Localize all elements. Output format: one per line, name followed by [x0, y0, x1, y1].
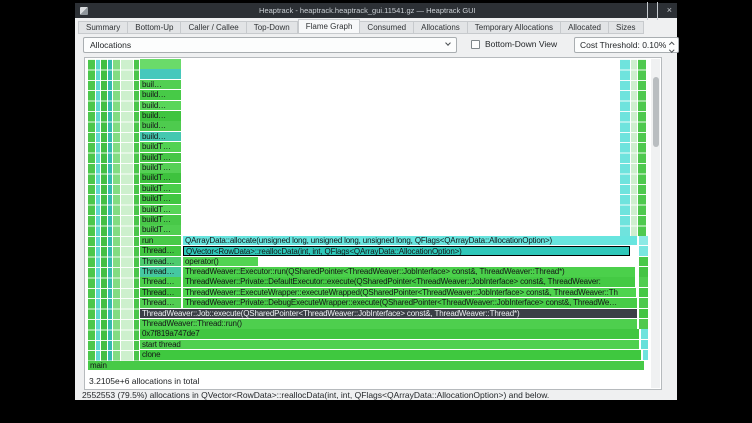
- status-bar: 2552553 (79.5%) allocations in QVector<R…: [75, 390, 677, 400]
- flame-column[interactable]: [113, 59, 120, 361]
- spin-down-icon[interactable]: [669, 47, 674, 52]
- flame-frame[interactable]: ThreadWeaver::Thread::run(): [140, 319, 637, 329]
- flame-frame[interactable]: [641, 340, 648, 350]
- status-text: 2552553 (79.5%) allocations in QVector<R…: [82, 390, 549, 400]
- flame-column[interactable]: [96, 59, 100, 361]
- flame-frame[interactable]: QArrayData::allocate(unsigned long, unsi…: [183, 236, 637, 246]
- bottom-down-view-checkbox[interactable]: [471, 40, 480, 49]
- minimize-button[interactable]: [647, 2, 648, 20]
- flame-column[interactable]: [101, 59, 107, 361]
- flame-frame[interactable]: run: [140, 236, 181, 246]
- flame-frame[interactable]: Thread…: [140, 298, 181, 308]
- tab-bottom-up[interactable]: Bottom-Up: [128, 21, 181, 34]
- tab-summary[interactable]: Summary: [78, 21, 128, 34]
- chevron-down-icon: [445, 40, 451, 46]
- flame-frame[interactable]: Thread…: [140, 277, 181, 287]
- flame-frame[interactable]: 0x7f819a747de7: [140, 329, 639, 339]
- flame-frame[interactable]: start thread: [140, 340, 639, 350]
- close-button[interactable]: ×: [667, 6, 672, 15]
- tab-allocations[interactable]: Allocations: [414, 21, 468, 34]
- flame-frame[interactable]: [639, 257, 648, 267]
- flame-column[interactable]: [620, 59, 630, 236]
- flame-frame[interactable]: [639, 246, 648, 256]
- flame-column[interactable]: [121, 59, 133, 361]
- flame-frame[interactable]: ThreadWeaver::Job::execute(QSharedPointe…: [140, 309, 637, 319]
- flame-column[interactable]: [631, 59, 637, 236]
- flame-frame[interactable]: Thread…: [140, 267, 181, 277]
- flame-frame[interactable]: ThreadWeaver::Executor::run(QSharedPoint…: [183, 267, 635, 277]
- maximize-icon: [657, 2, 658, 20]
- vertical-scrollbar[interactable]: [651, 59, 660, 388]
- flame-frame[interactable]: Thread…: [140, 246, 181, 256]
- flame-frame[interactable]: build…: [140, 132, 181, 142]
- tab-allocated[interactable]: Allocated: [561, 21, 609, 34]
- flame-frame[interactable]: ThreadWeaver::ExecuteWrapper::executeWra…: [183, 288, 636, 298]
- flame-frame[interactable]: buildT…: [140, 215, 181, 225]
- tab-flame-graph[interactable]: Flame Graph: [298, 19, 361, 34]
- flame-frame[interactable]: [639, 288, 648, 298]
- flame-frame[interactable]: buildT…: [140, 194, 181, 204]
- heaptrack-window: Heaptrack - heaptrack.heaptrack_gui.1154…: [75, 3, 677, 400]
- flame-frame[interactable]: [639, 277, 648, 287]
- bottom-down-view-label: Bottom-Down View: [485, 39, 557, 49]
- flame-frame[interactable]: [140, 69, 181, 79]
- minimize-icon: [647, 2, 648, 20]
- tab-top-down[interactable]: Top-Down: [247, 21, 298, 34]
- flame-frame[interactable]: ThreadWeaver::Private::DefaultExecutor::…: [183, 277, 635, 287]
- flame-column[interactable]: [134, 59, 139, 361]
- maximize-button[interactable]: [657, 2, 658, 20]
- app-icon: [80, 7, 88, 15]
- tab-bar: SummaryBottom-UpCaller / CalleeTop-DownF…: [78, 19, 644, 34]
- window-title: Heaptrack - heaptrack.heaptrack_gui.1154…: [88, 6, 647, 15]
- flame-frame[interactable]: [639, 309, 648, 319]
- flame-frame[interactable]: buildT…: [140, 153, 181, 163]
- flame-frame[interactable]: [639, 319, 648, 329]
- spinbox-arrows: [670, 41, 674, 51]
- tab-temporary-allocations[interactable]: Temporary Allocations: [468, 21, 561, 34]
- flame-frame[interactable]: [643, 350, 648, 360]
- flame-frame[interactable]: [639, 298, 648, 308]
- flame-frame[interactable]: buildT…: [140, 142, 181, 152]
- flame-frame[interactable]: buildT…: [140, 163, 181, 173]
- flame-frame[interactable]: build…: [140, 121, 181, 131]
- flame-frame[interactable]: [641, 329, 648, 339]
- flame-frame[interactable]: buildT…: [140, 205, 181, 215]
- flame-column[interactable]: [88, 59, 95, 361]
- flame-frame[interactable]: ThreadWeaver::Private::DebugExecuteWrapp…: [183, 298, 637, 308]
- flame-graph-view: buil…build…build…build…build…build…build…: [84, 57, 662, 390]
- flame-frame[interactable]: buil…: [140, 80, 181, 90]
- scrollbar-thumb[interactable]: [653, 77, 659, 147]
- flame-frame[interactable]: build…: [140, 101, 181, 111]
- tab-caller-callee[interactable]: Caller / Callee: [181, 21, 246, 34]
- tab-sizes[interactable]: Sizes: [609, 21, 644, 34]
- flame-frame[interactable]: build…: [140, 90, 181, 100]
- flame-graph-content: buil…build…build…build…build…build…build…: [88, 58, 648, 389]
- toolbar: Allocations Bottom-Down View Cost Thresh…: [83, 36, 671, 54]
- flame-frame[interactable]: operator(): [183, 257, 258, 267]
- flame-frame[interactable]: buildT…: [140, 173, 181, 183]
- screen-background: Heaptrack - heaptrack.heaptrack_gui.1154…: [0, 0, 752, 423]
- flame-frame[interactable]: clone: [140, 350, 641, 360]
- flame-frame[interactable]: buildT…: [140, 184, 181, 194]
- tab-consumed[interactable]: Consumed: [360, 21, 414, 34]
- flame-frame[interactable]: buildT…: [140, 225, 181, 235]
- metric-select[interactable]: Allocations: [83, 37, 457, 53]
- cost-threshold-spinbox[interactable]: Cost Threshold: 0.10%: [574, 37, 679, 53]
- flame-frame[interactable]: main: [88, 361, 644, 371]
- flame-frame[interactable]: QVector<RowData>::reallocData(int, int, …: [183, 246, 630, 256]
- flame-frame[interactable]: [639, 236, 648, 246]
- cost-threshold-value: Cost Threshold: 0.10%: [580, 40, 666, 50]
- metric-select-value: Allocations: [90, 40, 131, 50]
- flame-frame[interactable]: Thread…: [140, 288, 181, 298]
- flame-frame[interactable]: Thread…: [140, 257, 181, 267]
- titlebar[interactable]: Heaptrack - heaptrack.heaptrack_gui.1154…: [75, 3, 677, 18]
- flame-column[interactable]: [108, 59, 112, 361]
- flame-frame[interactable]: [639, 267, 648, 277]
- flame-total-label: 3.2105e+6 allocations in total: [89, 376, 199, 386]
- flame-column[interactable]: [638, 59, 646, 236]
- bottom-down-view-control: Bottom-Down View: [471, 39, 557, 49]
- flame-frame[interactable]: build…: [140, 111, 181, 121]
- flame-frame[interactable]: [140, 59, 181, 69]
